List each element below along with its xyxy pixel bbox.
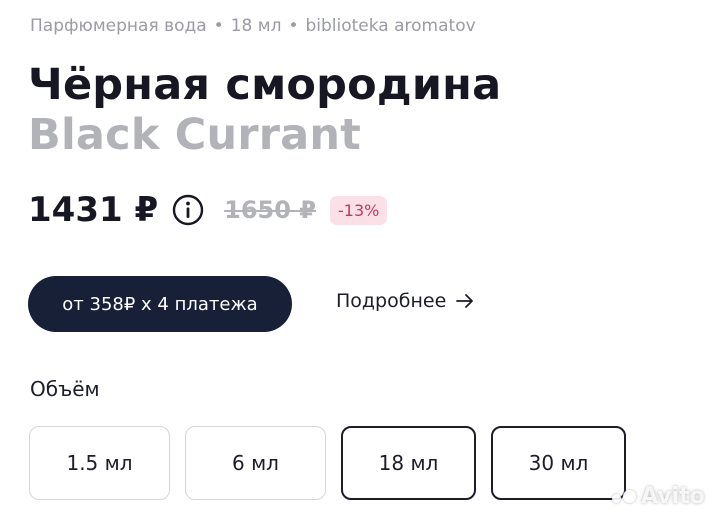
watermark-text: Avito: [641, 484, 705, 509]
price-row: 1431 ₽ 1650 ₽ -13%: [28, 188, 388, 232]
volume-option-18ml[interactable]: 18 мл: [341, 426, 476, 500]
breadcrumb: Парфюмерная вода • 18 мл • biblioteka aromat…: [30, 16, 476, 36]
avito-logo-icon: [612, 490, 636, 503]
product-subtitle: Black Currant: [28, 110, 361, 160]
volume-option-1-5ml[interactable]: 1.5 мл: [29, 426, 170, 500]
breadcrumb-type[interactable]: Парфюмерная вода: [30, 16, 207, 36]
discount-badge: -13%: [329, 195, 388, 225]
installment-button[interactable]: от 358₽ x 4 платежа: [28, 276, 292, 332]
current-price: 1431 ₽: [28, 190, 159, 230]
volume-options: 1.5 мл 6 мл 18 мл 30 мл: [29, 426, 626, 500]
breadcrumb-brand[interactable]: biblioteka aromatov: [305, 16, 475, 36]
breadcrumb-volume[interactable]: 18 мл: [231, 16, 282, 36]
breadcrumb-separator: •: [288, 16, 299, 36]
more-details-label: Подробнее: [336, 290, 447, 312]
volume-option-6ml[interactable]: 6 мл: [185, 426, 326, 500]
product-title: Чёрная смородина: [28, 60, 502, 110]
volume-option-30ml[interactable]: 30 мл: [491, 426, 626, 500]
arrow-right-icon: [456, 294, 474, 308]
info-circle-icon[interactable]: [172, 194, 204, 226]
old-price: 1650 ₽: [224, 196, 316, 224]
breadcrumb-separator: •: [213, 16, 224, 36]
volume-label: Объём: [30, 377, 100, 401]
avito-watermark: Avito: [612, 484, 705, 509]
more-details-link[interactable]: Подробнее: [336, 290, 474, 312]
